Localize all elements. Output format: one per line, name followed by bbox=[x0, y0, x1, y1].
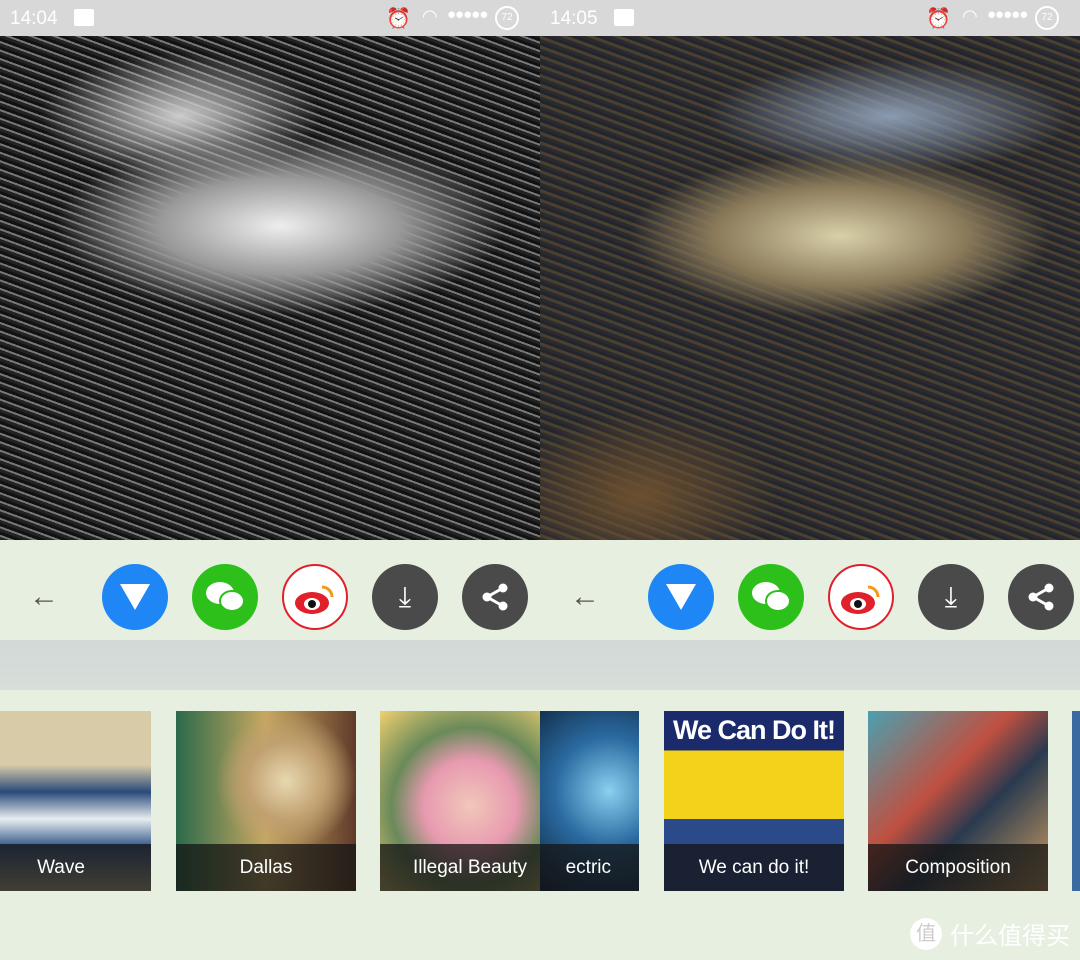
alarm-icon: ⏰ bbox=[386, 8, 411, 30]
wechat-icon bbox=[752, 582, 791, 612]
watermark-badge: 值 bbox=[910, 917, 942, 950]
share-button[interactable] bbox=[1008, 564, 1074, 630]
watermark-text: 什么值得买 bbox=[950, 923, 1070, 950]
battery-icon: 72 bbox=[1035, 6, 1059, 30]
download-button[interactable]: ⤓ bbox=[372, 564, 438, 630]
background-bridge bbox=[0, 640, 540, 690]
weibo-button[interactable] bbox=[828, 564, 894, 630]
clock: 14:04 bbox=[10, 8, 58, 29]
status-bar: 14:04 ⏰ ◠ ●●●●● 72 bbox=[0, 0, 540, 36]
battery-icon: 72 bbox=[495, 6, 519, 30]
share-blue-button[interactable] bbox=[102, 564, 168, 630]
alarm-icon: ⏰ bbox=[926, 8, 951, 30]
signal-icon: ●●●●● bbox=[447, 6, 488, 23]
phone-screen-left: 14:04 ⏰ ◠ ●●●●● 72 ← ⤓ Wave Dallas Illeg… bbox=[0, 0, 540, 960]
style-card-next[interactable] bbox=[1072, 711, 1080, 891]
arrow-left-icon: ← bbox=[29, 580, 59, 613]
watermark: 值 什么值得买 bbox=[910, 916, 1070, 951]
poster-text: We Can Do It! bbox=[673, 715, 836, 745]
share-icon bbox=[1028, 583, 1054, 611]
status-bar: 14:05 ⏰ ◠ ●●●●● 72 bbox=[540, 0, 1080, 36]
arrow-left-icon: ← bbox=[570, 580, 600, 613]
image-notification-icon bbox=[74, 9, 94, 26]
triangle-icon bbox=[120, 584, 150, 610]
style-card-electric[interactable]: ectric bbox=[540, 711, 639, 891]
style-label: Illegal Beauty bbox=[380, 844, 540, 891]
stylized-photo bbox=[540, 36, 1080, 540]
style-card-composition[interactable]: Composition bbox=[868, 711, 1048, 891]
back-button[interactable]: ← bbox=[24, 564, 64, 630]
style-card-we-can-do-it[interactable]: We Can Do It! We can do it! bbox=[664, 711, 844, 891]
stylized-photo bbox=[0, 36, 540, 540]
wechat-button[interactable] bbox=[738, 564, 804, 630]
wechat-icon bbox=[206, 582, 245, 612]
wifi-icon: ◠ bbox=[962, 6, 978, 26]
image-notification-icon bbox=[614, 9, 634, 26]
background-bridge bbox=[540, 640, 1080, 690]
style-label: Dallas bbox=[176, 844, 356, 891]
share-button[interactable] bbox=[462, 564, 528, 630]
weibo-icon bbox=[841, 585, 880, 614]
wifi-icon: ◠ bbox=[422, 6, 438, 26]
triangle-icon bbox=[666, 584, 696, 610]
back-button[interactable]: ← bbox=[565, 564, 605, 630]
style-label: ectric bbox=[540, 844, 639, 891]
style-label: Wave bbox=[0, 844, 151, 891]
wechat-button[interactable] bbox=[192, 564, 258, 630]
share-blue-button[interactable] bbox=[648, 564, 714, 630]
download-icon: ⤓ bbox=[944, 580, 958, 612]
style-card-illegal-beauty[interactable]: Illegal Beauty bbox=[380, 711, 540, 891]
share-icon bbox=[482, 583, 508, 611]
phone-screen-right: 14:05 ⏰ ◠ ●●●●● 72 ← ⤓ ectric We Can Do … bbox=[540, 0, 1080, 960]
clock: 14:05 bbox=[550, 8, 598, 29]
style-label: We can do it! bbox=[664, 844, 844, 891]
weibo-button[interactable] bbox=[282, 564, 348, 630]
style-label: Composition bbox=[868, 844, 1048, 891]
weibo-icon bbox=[295, 585, 334, 614]
download-icon: ⤓ bbox=[398, 580, 412, 612]
download-button[interactable]: ⤓ bbox=[918, 564, 984, 630]
style-card-wave[interactable]: Wave bbox=[0, 711, 151, 891]
signal-icon: ●●●●● bbox=[987, 6, 1028, 23]
style-card-dallas[interactable]: Dallas bbox=[176, 711, 356, 891]
